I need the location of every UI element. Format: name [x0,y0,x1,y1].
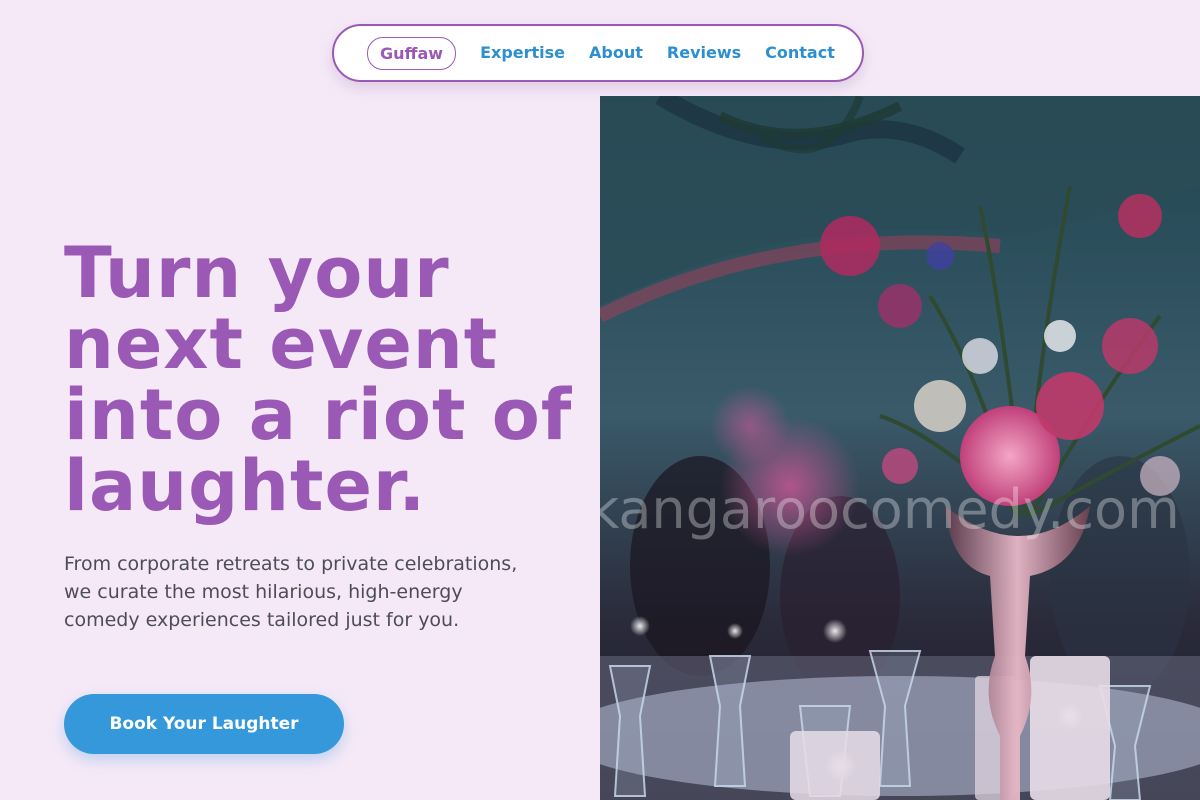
hero-headline: Turn your next event into a riot of laug… [64,232,573,527]
nav-link-expertise[interactable]: Expertise [468,43,577,63]
nav-link-about[interactable]: About [577,43,655,63]
top-navigation: Guffaw Expertise About Reviews Contact [332,24,864,82]
event-table-flowers-photo [600,96,1200,800]
page: Guffaw Expertise About Reviews Contact T… [0,0,1200,800]
image-watermark: kangaroocomedy.com [600,478,1180,541]
hero-event-photo: kangaroocomedy.com [600,96,1200,800]
book-laughter-button[interactable]: Book Your Laughter [64,694,344,754]
hero-subtext: From corporate retreats to private celeb… [64,553,518,631]
nav-link-reviews[interactable]: Reviews [655,43,753,63]
nav-link-contact[interactable]: Contact [753,43,847,63]
brand-logo-link[interactable]: Guffaw [367,36,457,70]
